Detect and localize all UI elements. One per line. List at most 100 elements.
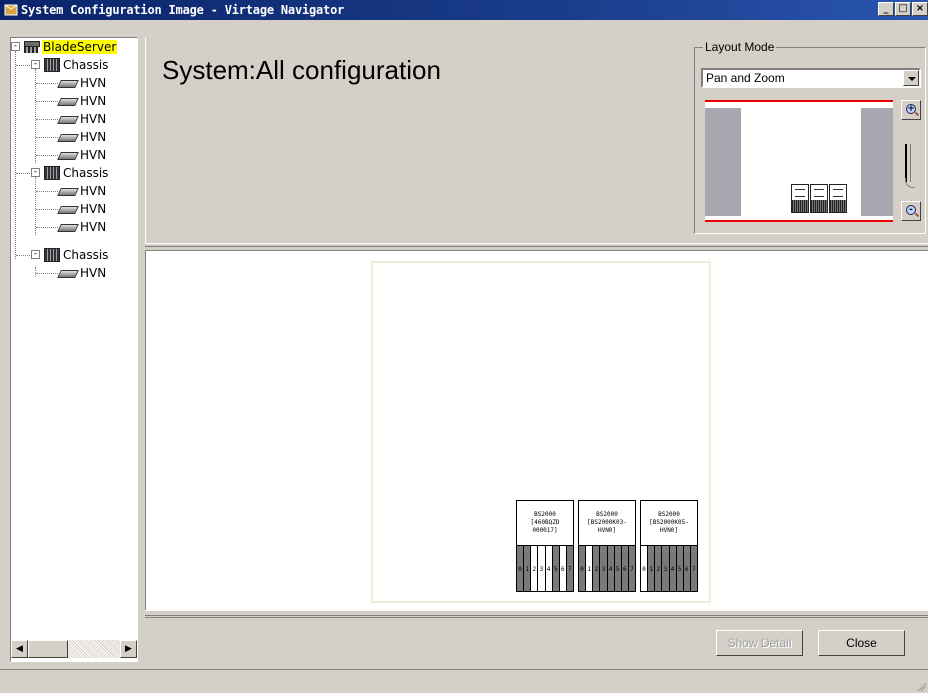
close-window-button[interactable]: ×	[912, 2, 928, 16]
blade-slot[interactable]: 4	[545, 546, 553, 591]
tree-node-label: HVN	[80, 266, 107, 280]
chassis-unit[interactable]: BS2000 [BS2000K03- HVN0] 01234567	[578, 500, 636, 592]
blade-slot[interactable]: 4	[669, 546, 677, 591]
tree-node-hvn[interactable]: HVN	[57, 128, 106, 146]
blade-slot[interactable]: 6	[683, 546, 691, 591]
tree-node-label: HVN	[80, 76, 107, 90]
zoom-slider-thumb[interactable]	[905, 178, 915, 188]
app-icon	[4, 3, 18, 17]
tree-expander-chassis-2[interactable]: -	[31, 168, 40, 177]
tree-node-hvn[interactable]: HVN	[57, 74, 106, 92]
chassis-unit[interactable]: BS2000 [460BQZD 000017] 01234567	[516, 500, 574, 592]
blade-slot[interactable]: 7	[690, 546, 697, 591]
server-icon	[23, 40, 40, 54]
blade-slot[interactable]: 6	[559, 546, 567, 591]
blade-icon	[57, 186, 77, 196]
resize-grip-icon[interactable]	[916, 681, 926, 691]
tree-node-label: HVN	[80, 184, 107, 198]
minimap-shade-right	[861, 108, 893, 216]
blade-slot[interactable]: 1	[586, 546, 594, 591]
tree-node-label: HVN	[80, 94, 107, 108]
tree-node-label: Chassis	[63, 166, 109, 180]
show-detail-button[interactable]: Show Detail	[716, 630, 803, 656]
scroll-left-button[interactable]: ◀	[11, 640, 28, 658]
slot-number: 4	[546, 566, 551, 573]
layout-mode-select[interactable]: Pan and Zoom	[701, 68, 921, 88]
tree-node-chassis[interactable]: Chassis	[44, 246, 108, 264]
minimize-button[interactable]: _	[878, 2, 894, 16]
blade-slot[interactable]: 3	[662, 546, 670, 591]
slot-number: 7	[630, 566, 634, 573]
blade-icon	[57, 132, 77, 142]
splitter-bottom[interactable]	[145, 610, 928, 616]
tree-node-hvn[interactable]: HVN	[57, 146, 106, 164]
blade-slot[interactable]: 0	[579, 546, 587, 591]
zoom-slider[interactable]	[902, 144, 916, 188]
scroll-right-button[interactable]: ▶	[120, 640, 137, 658]
page-title: System:All configuration	[162, 55, 441, 85]
blade-slot[interactable]: 7	[628, 546, 635, 591]
tree-node-chassis[interactable]: Chassis	[44, 56, 108, 74]
tree-expander-root[interactable]: -	[11, 42, 20, 51]
zoom-out-button[interactable]: -	[901, 201, 921, 221]
overview-minimap[interactable]	[705, 100, 893, 222]
tree-node-hvn[interactable]: HVN	[57, 264, 106, 282]
blade-slot[interactable]: 5	[614, 546, 622, 591]
slot-number: 5	[553, 566, 558, 573]
blade-slot[interactable]: 5	[676, 546, 684, 591]
chevron-down-icon[interactable]	[903, 70, 919, 86]
zoom-in-button[interactable]: +	[901, 100, 921, 120]
minimap-chassis	[791, 184, 809, 213]
close-button[interactable]: Close	[818, 630, 905, 656]
tree-node-hvn[interactable]: HVN	[57, 218, 106, 236]
splitter-top[interactable]	[145, 243, 928, 247]
slot-number: 4	[608, 566, 613, 573]
window-title: System Configuration Image - Virtage Nav…	[21, 3, 345, 17]
tree-node-bladeserver[interactable]: BladeServer	[23, 38, 118, 56]
configuration-canvas[interactable]: BS2000 [460BQZD 000017] 01234567 BS2000 …	[145, 250, 928, 610]
slot-number: 1	[525, 566, 529, 573]
blade-slot[interactable]: 1	[524, 546, 532, 591]
slot-number: 2	[532, 566, 537, 573]
slot-number: 2	[594, 566, 599, 573]
blade-slot[interactable]: 7	[566, 546, 573, 591]
arrow-left-icon: ◀	[16, 644, 23, 654]
tree-node-hvn[interactable]: HVN	[57, 182, 106, 200]
tree-node-label: Chassis	[63, 248, 109, 262]
slot-number: 6	[685, 566, 689, 573]
tree-expander-chassis-1[interactable]: -	[31, 60, 40, 69]
tree-node-chassis[interactable]: Chassis	[44, 164, 108, 182]
blade-slot[interactable]: 1	[648, 546, 656, 591]
slot-number: 5	[615, 566, 620, 573]
button-panel: Show Detail Close	[145, 617, 928, 663]
slot-number: 3	[663, 566, 668, 573]
chassis-icon	[44, 58, 60, 72]
scroll-track[interactable]	[68, 640, 120, 658]
blade-slot[interactable]: 0	[517, 546, 525, 591]
tree-node-hvn[interactable]: HVN	[57, 92, 106, 110]
layout-mode-group: Layout Mode Pan and Zoom + -	[694, 40, 926, 234]
maximize-button[interactable]: □	[895, 2, 911, 16]
blade-slot[interactable]: 3	[538, 546, 546, 591]
blade-slot[interactable]: 0	[641, 546, 649, 591]
layout-mode-value: Pan and Zoom	[706, 71, 785, 85]
blade-slot[interactable]: 3	[600, 546, 608, 591]
blade-slot[interactable]: 4	[607, 546, 615, 591]
chassis-unit[interactable]: BS2000 [BS2000K05- HVN0] 01234567	[640, 500, 698, 592]
close-icon: ×	[915, 3, 925, 14]
blade-slot[interactable]: 2	[655, 546, 663, 591]
tree-horizontal-scrollbar[interactable]: ◀ ▶	[11, 640, 137, 658]
tree-node-label: HVN	[80, 112, 107, 126]
blade-slot[interactable]: 6	[621, 546, 629, 591]
scroll-thumb[interactable]	[28, 640, 68, 658]
tree-node-hvn[interactable]: HVN	[57, 200, 106, 218]
slot-number: 6	[623, 566, 627, 573]
tree-node-hvn[interactable]: HVN	[57, 110, 106, 128]
tree-view[interactable]: - BladeServer - Chassis HVN HVN HVN HVN …	[10, 37, 138, 662]
blade-slot[interactable]: 5	[552, 546, 560, 591]
tree-expander-chassis-3[interactable]: -	[31, 250, 40, 259]
chassis-slots: 01234567	[517, 545, 573, 591]
blade-slot[interactable]: 2	[593, 546, 601, 591]
blade-slot[interactable]: 2	[531, 546, 539, 591]
minimize-icon: _	[883, 3, 889, 14]
